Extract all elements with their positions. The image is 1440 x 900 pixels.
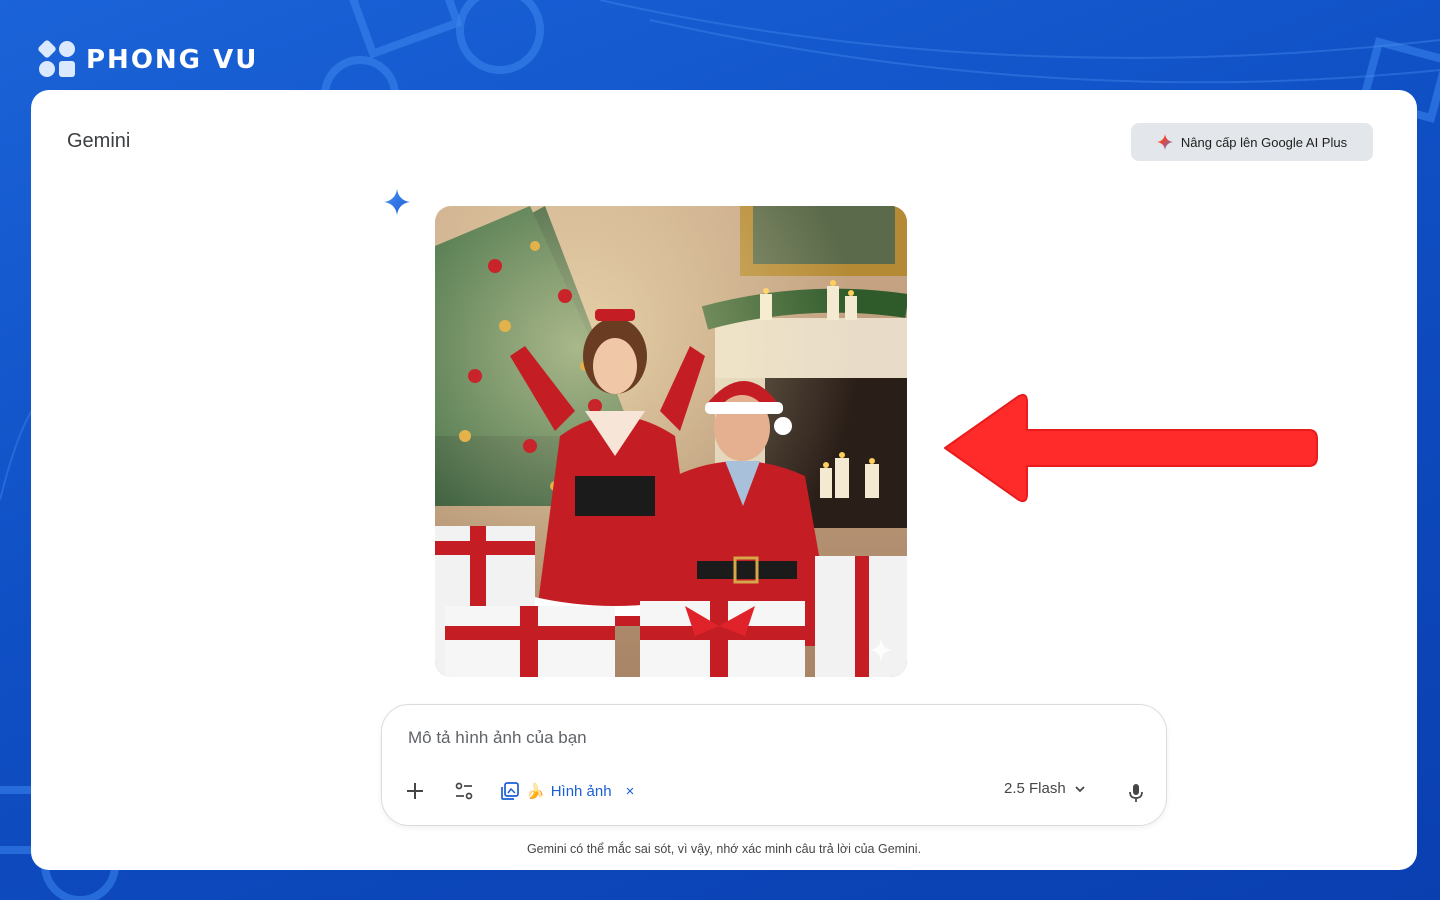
red-arrow-annotation — [944, 393, 1318, 503]
banana-emoji: 🍌 — [526, 783, 545, 800]
app-title: Gemini — [67, 130, 131, 152]
gemini-window: Gemini Nâng cấp lên Google AI Plus Mô tả… — [31, 90, 1417, 870]
remove-chip-icon[interactable]: × — [626, 783, 635, 800]
generated-image[interactable] — [435, 206, 907, 677]
disclaimer-text: Gemini có thể mắc sai sót, vì vậy, nhớ x… — [526, 842, 922, 856]
christmas-photo — [435, 206, 907, 677]
model-selector[interactable]: 2.5 Flash — [1004, 780, 1086, 797]
mic-icon — [1129, 784, 1143, 802]
upgrade-label: Nâng cấp lên Google AI Plus — [1180, 134, 1348, 150]
gemini-spark-icon — [1156, 134, 1173, 150]
image-mode-chip[interactable]: 🍌 Hình ảnh × — [500, 777, 634, 805]
upgrade-button[interactable]: Nâng cấp lên Google AI Plus — [1131, 123, 1373, 161]
mic-button[interactable] — [1120, 777, 1152, 809]
model-label: 2.5 Flash — [1004, 780, 1066, 797]
brand-logo: PHONG VU — [37, 39, 259, 80]
chevron-down-icon — [1075, 785, 1085, 792]
image-gallery-icon — [501, 782, 519, 800]
gemini-avatar-icon — [384, 189, 410, 215]
add-button[interactable] — [399, 775, 431, 807]
brand-name: PHONG VU — [86, 45, 259, 75]
prompt-composer: 🍌 Hình ảnh × 2.5 Flash — [381, 704, 1167, 826]
phongvu-logo-icon — [37, 39, 78, 80]
image-chip-label: Hình ảnh — [550, 782, 612, 800]
tools-button[interactable] — [448, 775, 480, 807]
tools-icon — [455, 782, 473, 800]
plus-icon — [407, 783, 423, 799]
prompt-input[interactable] — [406, 727, 1110, 749]
